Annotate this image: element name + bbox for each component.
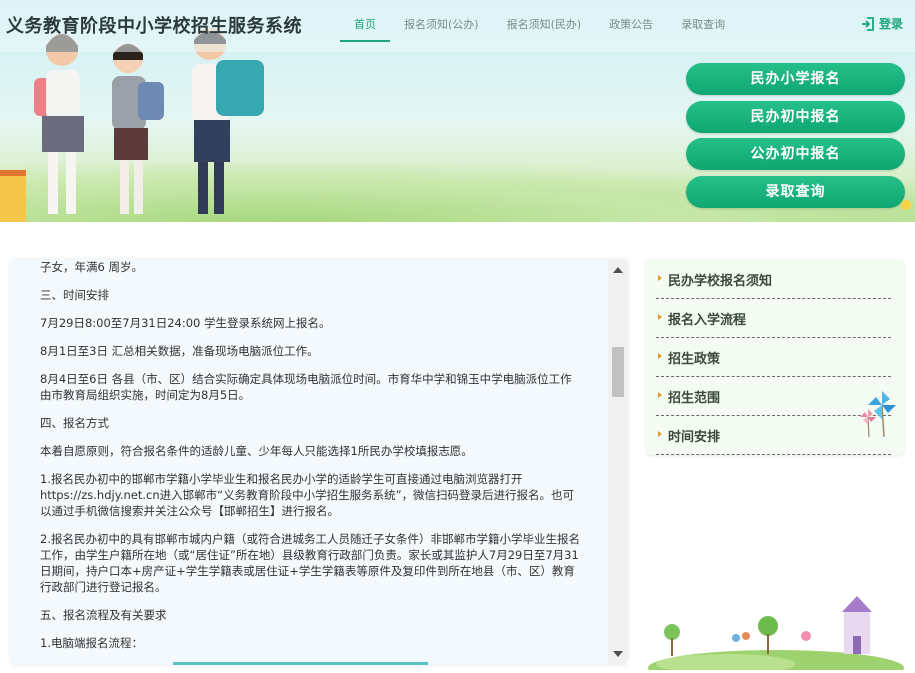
banner-flower-decoration bbox=[901, 200, 911, 210]
public-middle-register-button[interactable]: 公办初中报名 bbox=[686, 138, 905, 170]
notice-paragraph: 7月29日8:00至7月31日24:00 学生登录系统网上报名。 bbox=[40, 316, 331, 330]
site-title: 义务教育阶段中小学校招生服务系统 bbox=[6, 16, 302, 37]
notice-paragraph: 2.报名民办初中的具有邯郸市城内户籍（或符合进城务工人员随迁子女条件）非邯郸市学… bbox=[40, 532, 580, 594]
notice-heading: 五、报名流程及有关要求 bbox=[40, 608, 167, 622]
notice-text: 子女，年满6 周岁。 三、时间安排 7月29日8:00至7月31日24:00 学… bbox=[40, 259, 580, 663]
notice-paragraph: 子女，年满6 周岁。 bbox=[40, 260, 143, 274]
private-primary-register-button[interactable]: 民办小学报名 bbox=[686, 63, 905, 95]
notice-paragraph: 1.报名民办初中的邯郸市学籍小学毕业生和报名民办小学的适龄学生可直接通过电脑浏览… bbox=[40, 472, 575, 518]
nav-home[interactable]: 首页 bbox=[340, 0, 390, 42]
content-scrollbar[interactable] bbox=[608, 259, 628, 665]
notice-heading: 四、报名方式 bbox=[40, 416, 109, 430]
sidebar-item-schedule[interactable]: 时间安排 bbox=[656, 417, 891, 455]
admission-query-button[interactable]: 录取查询 bbox=[686, 175, 905, 208]
login-button[interactable]: 登录 bbox=[861, 15, 903, 32]
top-navigation-bar: 义务教育阶段中小学校招生服务系统 首页 报名须知(公办) 报名须知(民办) 政策… bbox=[0, 0, 915, 52]
scroll-down-arrow-icon[interactable] bbox=[613, 651, 623, 657]
notice-heading: 三、时间安排 bbox=[40, 288, 109, 302]
scenery-illustration bbox=[648, 596, 904, 670]
scrollbar-thumb[interactable] bbox=[612, 347, 624, 397]
sidebar-item-private-notice[interactable]: 民办学校报名须知 bbox=[656, 261, 891, 299]
pinwheel-icon bbox=[860, 391, 896, 437]
nav-public-notice[interactable]: 报名须知(公办) bbox=[390, 0, 493, 42]
notice-paragraph: 8月1日至3日 汇总相关数据，准备现场电脑派位工作。 bbox=[40, 344, 319, 358]
notice-content-panel[interactable]: 子女，年满6 周岁。 三、时间安排 7月29日8:00至7月31日24:00 学… bbox=[10, 259, 628, 665]
notice-paragraph: 8月4日至6日 各县（市、区）结合实际确定具体现场电脑派位时间。市育华中学和锦玉… bbox=[40, 372, 572, 402]
main-nav: 首页 报名须知(公办) 报名须知(民办) 政策公告 录取查询 bbox=[340, 0, 739, 42]
notice-paragraph: 本着自愿原则，符合报名条件的适龄儿童、少年每人只能选择1所民办学校填报志愿。 bbox=[40, 444, 473, 458]
login-icon bbox=[861, 16, 874, 31]
scroll-up-arrow-icon[interactable] bbox=[613, 267, 623, 273]
nav-policy-announcements[interactable]: 政策公告 bbox=[595, 0, 667, 42]
info-sidebar: 民办学校报名须知 报名入学流程 招生政策 招生范围 时间安排 bbox=[646, 259, 904, 455]
nav-private-notice[interactable]: 报名须知(民办) bbox=[493, 0, 596, 42]
content-bottom-indicator bbox=[173, 662, 428, 665]
registration-actions: 民办小学报名 民办初中报名 公办初中报名 录取查询 bbox=[686, 63, 905, 213]
notice-paragraph: 1.电脑端报名流程： bbox=[40, 636, 143, 650]
sidebar-item-admission-scope[interactable]: 招生范围 bbox=[656, 378, 891, 416]
private-middle-register-button[interactable]: 民办初中报名 bbox=[686, 100, 905, 133]
sidebar-item-admission-policy[interactable]: 招生政策 bbox=[656, 339, 891, 377]
nav-admission-query[interactable]: 录取查询 bbox=[667, 0, 739, 42]
header-banner: 义务教育阶段中小学校招生服务系统 首页 报名须知(公办) 报名须知(民办) 政策… bbox=[0, 0, 915, 222]
login-label: 登录 bbox=[878, 17, 903, 31]
sidebar-item-enrollment-process[interactable]: 报名入学流程 bbox=[656, 300, 891, 338]
